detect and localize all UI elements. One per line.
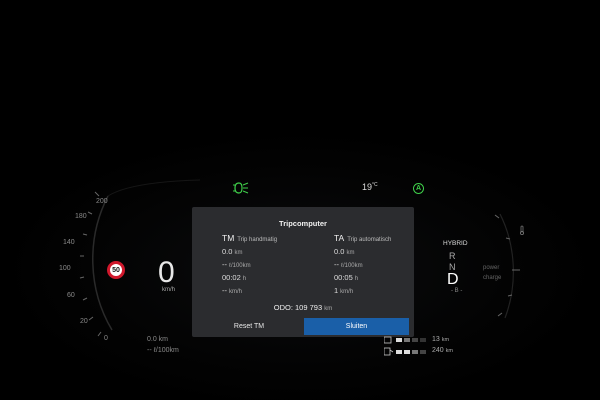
trip-automatic-consumption-unit: ℓ/100km <box>341 263 363 269</box>
temperature-unit: °C <box>372 182 378 188</box>
trip-manual-time-unit: h <box>242 276 247 282</box>
trip-automatic-distance: 0.0 km <box>334 247 434 256</box>
trip-manual-avg-speed-value: -- <box>222 286 227 295</box>
trip-manual-consumption: -- ℓ/100km <box>222 260 322 269</box>
ev-range-value: 13 <box>432 336 440 343</box>
ev-range: 13 km <box>432 336 449 343</box>
battery-range-icon <box>384 336 426 344</box>
trip-automatic-header: TA Trip automatisch <box>334 233 434 243</box>
trip-consumption-readout: -- ℓ/100km <box>147 347 179 354</box>
speed-tick-20: 20 <box>80 318 88 325</box>
speed-tick-100: 100 <box>59 265 71 272</box>
trip-manual-header: TM Trip handmatig <box>222 233 322 243</box>
speed-tick-200: 200 <box>96 198 108 205</box>
speed-value: 0 <box>158 256 175 289</box>
speed-tick-180: 180 <box>75 213 87 220</box>
fuel-range: 240 km <box>432 347 453 354</box>
trip-manual-time-value: 00:02 <box>222 273 241 282</box>
trip-automatic-label: Trip automatisch <box>347 237 392 243</box>
trip-manual-consumption-value: -- <box>222 260 227 269</box>
odometer-value: 109 793 <box>295 303 323 312</box>
trip-manual-avg-speed-unit: km/h <box>229 289 243 295</box>
trip-distance-readout: 0.0 km <box>147 336 169 343</box>
trip-automatic-abbr: TA <box>334 233 345 243</box>
trip-manual-avg-speed: -- km/h <box>222 286 322 295</box>
trip-manual-distance-value: 0.0 <box>222 247 233 256</box>
speedometer-arc <box>79 179 520 337</box>
drive-mode: HYBRID <box>443 240 468 247</box>
power-label: power <box>483 265 500 271</box>
speed-unit: km/h <box>162 287 176 293</box>
trip-automatic-avg-speed-unit: km/h <box>340 289 354 295</box>
speed-tick-60: 60 <box>67 292 75 299</box>
tripcomputer-dialog: Tripcomputer TM Trip handmatig 0.0 km -- ℓ/… <box>192 207 414 337</box>
trip-manual-distance: 0.0 km <box>222 247 322 256</box>
fuel-range-value: 240 <box>432 347 444 354</box>
temperature-value: 19 <box>362 182 373 192</box>
trip-manual-abbr: TM <box>222 233 235 243</box>
trip-automatic-distance-value: 0.0 <box>334 247 345 256</box>
gear-r: R <box>449 251 456 261</box>
trip-automatic-consumption-value: -- <box>334 260 339 269</box>
trip-manual-distance-unit: km <box>234 250 243 256</box>
trip-automatic-column: TA Trip automatisch 0.0 km -- ℓ/100km 00:05… <box>334 233 434 295</box>
auto-start-stop-icon: A <box>413 183 424 194</box>
trip-manual-column: TM Trip handmatig 0.0 km -- ℓ/100km 00:02 h … <box>222 233 322 295</box>
trip-automatic-time-value: 00:05 <box>334 273 353 282</box>
trip-automatic-avg-speed: 1 km/h <box>334 286 434 295</box>
trip-automatic-time: 00:05 h <box>334 273 434 282</box>
odometer-label: ODO: <box>273 303 293 312</box>
fuel-pump-icon <box>384 347 426 356</box>
outside-temperature: 19°C <box>362 182 378 192</box>
thermometer-icon <box>520 225 524 235</box>
ev-range-unit: km <box>441 337 450 343</box>
odometer-unit: km <box>324 306 333 312</box>
low-beam-headlight-icon <box>233 182 249 194</box>
speed-tick-140: 140 <box>63 239 75 246</box>
trip-automatic-time-unit: h <box>354 276 359 282</box>
fuel-range-unit: km <box>445 348 453 354</box>
trip-automatic-avg-speed-value: 1 <box>334 286 339 295</box>
dialog-title: Tripcomputer <box>279 219 327 228</box>
trip-manual-consumption-unit: ℓ/100km <box>229 263 251 269</box>
trip-manual-time: 00:02 h <box>222 273 322 282</box>
speed-tick-0: 0 <box>104 335 108 342</box>
instrument-cluster: 200 180 140 100 60 20 0 50 0 km/h 19°C A… <box>0 0 600 400</box>
speed-limit-sign: 50 <box>107 261 125 279</box>
close-button[interactable]: Sluiten <box>304 318 409 335</box>
reset-tm-button[interactable]: Reset TM <box>194 318 304 335</box>
current-gear: D <box>447 271 459 288</box>
odometer: ODO: 109 793 km <box>192 303 414 312</box>
trip-automatic-distance-unit: km <box>346 250 355 256</box>
gear-down-indicator: - B - <box>451 288 463 294</box>
trip-manual-label: Trip handmatig <box>237 237 278 243</box>
charge-label: charge <box>483 275 502 281</box>
trip-automatic-consumption: -- ℓ/100km <box>334 260 434 269</box>
